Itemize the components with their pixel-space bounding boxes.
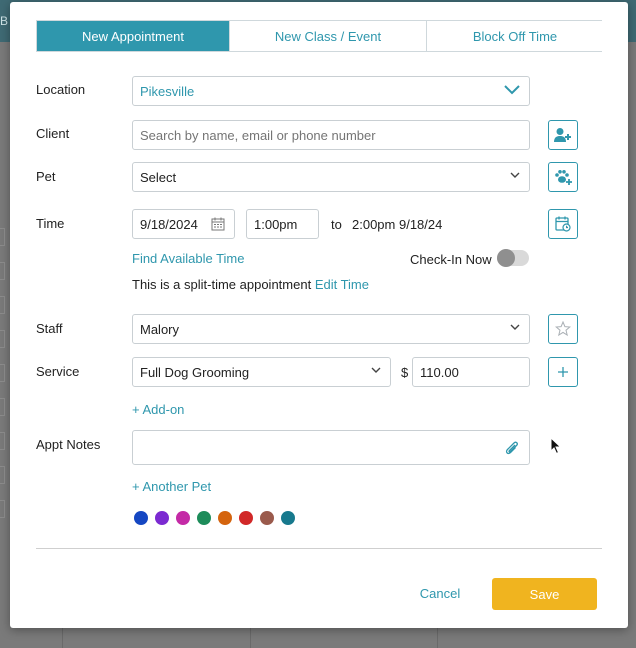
add-client-button[interactable] bbox=[548, 120, 578, 150]
background-stub bbox=[0, 466, 5, 484]
currency-symbol: $ bbox=[401, 365, 409, 380]
color-swatch[interactable] bbox=[218, 511, 232, 525]
service-label: Service bbox=[36, 364, 80, 379]
add-another-pet-link[interactable]: + Another Pet bbox=[132, 479, 211, 494]
appt-notes-input[interactable] bbox=[132, 430, 530, 465]
staff-value: Malory bbox=[140, 321, 180, 337]
calendar-clock-icon bbox=[555, 216, 571, 232]
service-value: Full Dog Grooming bbox=[140, 364, 250, 380]
favorite-staff-button[interactable] bbox=[548, 314, 578, 344]
add-client-icon bbox=[554, 128, 571, 142]
background-stub bbox=[0, 398, 5, 416]
star-icon bbox=[555, 321, 571, 337]
split-time-notice: This is a split-time appointment Edit Ti… bbox=[132, 277, 369, 292]
color-swatch[interactable] bbox=[155, 511, 169, 525]
add-service-button[interactable] bbox=[548, 357, 578, 387]
chevron-down-icon bbox=[371, 367, 381, 373]
check-in-now-label: Check-In Now bbox=[410, 252, 492, 267]
split-time-text: This is a split-time appointment bbox=[132, 277, 312, 292]
background-stub bbox=[0, 364, 5, 382]
background-stub bbox=[0, 330, 5, 348]
check-in-toggle[interactable] bbox=[497, 249, 529, 267]
calendar-icon bbox=[211, 217, 225, 231]
background-header-text: B bbox=[0, 14, 9, 28]
location-value: Pikesville bbox=[140, 83, 195, 99]
pet-value: Select bbox=[140, 169, 177, 185]
add-on-link[interactable]: + Add-on bbox=[132, 402, 184, 417]
pet-select[interactable]: Select bbox=[132, 162, 530, 192]
save-button[interactable]: Save bbox=[492, 578, 597, 610]
footer-divider bbox=[36, 548, 602, 549]
chevron-down-icon bbox=[510, 324, 520, 330]
client-search-input[interactable] bbox=[132, 120, 530, 150]
pet-label: Pet bbox=[36, 169, 56, 184]
appt-notes-label: Appt Notes bbox=[36, 437, 101, 452]
color-swatch[interactable] bbox=[197, 511, 211, 525]
background-stub bbox=[0, 228, 5, 246]
tab-new-class-event[interactable]: New Class / Event bbox=[230, 21, 427, 51]
tab-block-off-time[interactable]: Block Off Time bbox=[427, 21, 603, 51]
color-swatch[interactable] bbox=[134, 511, 148, 525]
price-value: 110.00 bbox=[420, 364, 459, 380]
color-swatch[interactable] bbox=[260, 511, 274, 525]
background-stub bbox=[0, 432, 5, 450]
start-time-value: 1:00pm bbox=[254, 216, 298, 232]
color-swatch[interactable] bbox=[239, 511, 253, 525]
time-label: Time bbox=[36, 216, 65, 231]
toggle-knob bbox=[497, 249, 515, 267]
chevron-down-icon bbox=[510, 172, 520, 178]
price-input[interactable]: 110.00 bbox=[412, 357, 530, 387]
start-time-input[interactable]: 1:00pm bbox=[246, 209, 319, 239]
client-label: Client bbox=[36, 126, 70, 141]
new-appointment-modal: New Appointment New Class / Event Block … bbox=[10, 2, 628, 628]
chevron-down-icon bbox=[504, 85, 520, 95]
end-time-text: 2:00pm 9/18/24 bbox=[352, 217, 443, 232]
add-pet-button[interactable] bbox=[548, 162, 578, 192]
staff-select[interactable]: Malory bbox=[132, 314, 530, 344]
color-swatch[interactable] bbox=[176, 511, 190, 525]
plus-icon bbox=[558, 367, 568, 377]
date-input[interactable]: 9/18/2024 bbox=[132, 209, 235, 239]
paperclip-icon[interactable] bbox=[504, 440, 520, 456]
mouse-cursor-icon bbox=[550, 437, 562, 455]
background-stub bbox=[0, 500, 5, 518]
date-value: 9/18/2024 bbox=[140, 216, 198, 232]
tab-new-appointment[interactable]: New Appointment bbox=[37, 21, 230, 51]
location-label: Location bbox=[36, 82, 86, 97]
find-available-time-link[interactable]: Find Available Time bbox=[132, 251, 245, 266]
service-select[interactable]: Full Dog Grooming bbox=[132, 357, 391, 387]
edit-time-link[interactable]: Edit Time bbox=[315, 277, 369, 292]
paw-plus-icon bbox=[555, 170, 572, 185]
background-stub bbox=[0, 296, 5, 314]
background-stub bbox=[0, 262, 5, 280]
calendar-edit-button[interactable] bbox=[548, 209, 578, 239]
staff-label: Staff bbox=[36, 321, 63, 336]
color-swatch[interactable] bbox=[281, 511, 295, 525]
cancel-button[interactable]: Cancel bbox=[410, 582, 470, 604]
location-select[interactable]: Pikesville bbox=[132, 76, 530, 106]
appointment-type-tabs: New Appointment New Class / Event Block … bbox=[36, 20, 603, 52]
to-label: to bbox=[331, 217, 342, 232]
